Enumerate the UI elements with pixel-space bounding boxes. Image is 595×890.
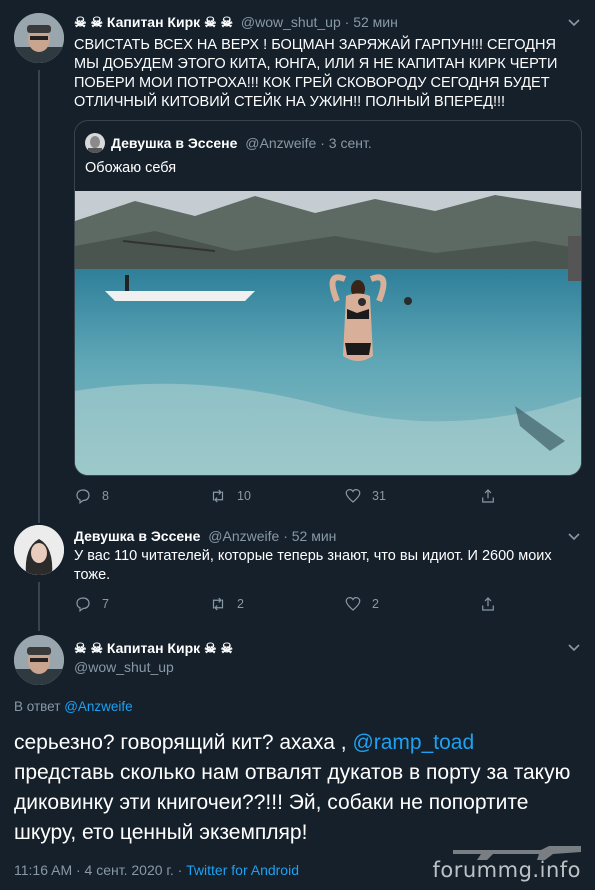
share-button[interactable] [479, 595, 595, 613]
retweet-count: 2 [237, 597, 244, 611]
watermark: forummg.info [433, 846, 581, 882]
retweet-button[interactable]: 2 [209, 595, 344, 613]
heart-icon [345, 597, 361, 611]
mention-link[interactable]: @ramp_toad [352, 731, 474, 754]
author-name[interactable]: ☠ ☠ Капитан Кирк ☠ ☠ [74, 14, 233, 30]
share-icon [482, 597, 494, 611]
chevron-down-icon[interactable] [566, 528, 582, 544]
quote-handle: @Anzweife [245, 135, 317, 151]
retweet-count: 10 [237, 489, 251, 503]
share-button[interactable] [479, 487, 595, 505]
author-handle[interactable]: @wow_shut_up [241, 14, 341, 30]
author-name-line: ☠ ☠ Капитан Кирк ☠ ☠ [74, 640, 233, 657]
tweet-text: У вас 110 читателей, которые теперь знаю… [74, 548, 552, 583]
rifle-icon [453, 846, 581, 860]
avatar-devushka-v-essene[interactable] [14, 525, 64, 575]
author-handle-line: @wow_shut_up [74, 659, 174, 675]
thread-line-top [38, 625, 40, 631]
retweet-icon [212, 489, 224, 503]
reply-prefix: В ответ [14, 699, 61, 714]
author-handle[interactable]: @wow_shut_up [74, 659, 174, 675]
chevron-down-icon[interactable] [566, 14, 582, 30]
reply-count: 8 [102, 489, 109, 503]
reply-count: 7 [102, 597, 109, 611]
reply-icon [76, 597, 90, 612]
thread-line-top [38, 515, 40, 523]
text-part-2: представь сколько нам отвалят дукатов в … [14, 761, 571, 844]
footer-timestamp[interactable]: 11:16 AM · 4 сент. 2020 г. · [14, 862, 182, 878]
quote-time: 3 сент. [328, 135, 372, 151]
author-name[interactable]: ☠ ☠ Капитан Кирк ☠ ☠ [74, 640, 233, 656]
like-button[interactable]: 31 [344, 487, 479, 505]
tweet-header: ☠ ☠ Капитан Кирк ☠ ☠ @wow_shut_up · 52 м… [74, 14, 398, 30]
tweet-actions: 8 10 31 [74, 487, 595, 505]
like-button[interactable]: 2 [344, 595, 479, 613]
reply-to-link[interactable]: @Anzweife [64, 699, 132, 714]
retweet-button[interactable]: 10 [209, 487, 344, 505]
tweet-1[interactable]: ☠ ☠ Капитан Кирк ☠ ☠ @wow_shut_up · 52 м… [0, 0, 595, 515]
tweet-footer: 11:16 AM · 4 сент. 2020 г. · Twitter for… [14, 862, 299, 878]
tweet-2[interactable]: Девушка в Эссене @Anzweife · 52 мин У ва… [0, 515, 595, 625]
tweet-actions: 7 2 2 [74, 595, 595, 613]
quote-avatar[interactable] [85, 133, 105, 153]
like-count: 2 [372, 597, 379, 611]
quote-header: Девушка в Эссене @Anzweife · 3 сент. [111, 135, 372, 151]
tweet-header: Девушка в Эссене @Anzweife · 52 мин [74, 528, 337, 544]
chevron-down-icon[interactable] [566, 639, 582, 655]
heart-icon [345, 489, 361, 503]
reply-button[interactable]: 7 [74, 595, 209, 613]
thread-line [38, 582, 40, 625]
focused-tweet-text: серьезно? говорящий кит? ахаха , @ramp_t… [14, 728, 574, 848]
thread-line [38, 70, 40, 515]
like-count: 31 [372, 489, 386, 503]
quote-author-name: Девушка в Эссене [111, 135, 238, 151]
quoted-tweet[interactable]: Девушка в Эссене @Anzweife · 3 сент. Обо… [74, 120, 582, 476]
author-name[interactable]: Девушка в Эссене [74, 528, 200, 544]
avatar-kapitan-kirk[interactable] [14, 635, 64, 685]
retweet-icon [212, 597, 224, 611]
avatar-kapitan-kirk[interactable] [14, 13, 64, 63]
quote-photo[interactable] [75, 191, 582, 476]
reply-button[interactable]: 8 [74, 487, 209, 505]
source-link[interactable]: Twitter for Android [186, 862, 299, 878]
reply-context: В ответ @Anzweife [14, 699, 133, 714]
tweet-time[interactable]: 52 мин [292, 528, 337, 544]
tweet-text: СВИСТАТЬ ВСЕХ НА ВЕРХ ! БОЦМАН ЗАРЯЖАЙ Г… [74, 37, 558, 110]
share-icon [482, 489, 494, 503]
text-part-1: серьезно? говорящий кит? ахаха , [14, 731, 347, 754]
reply-icon [76, 489, 90, 504]
quote-text: Обожаю себя [85, 160, 177, 176]
author-handle[interactable]: @Anzweife [208, 528, 279, 544]
tweet-time[interactable]: 52 мин [353, 14, 398, 30]
